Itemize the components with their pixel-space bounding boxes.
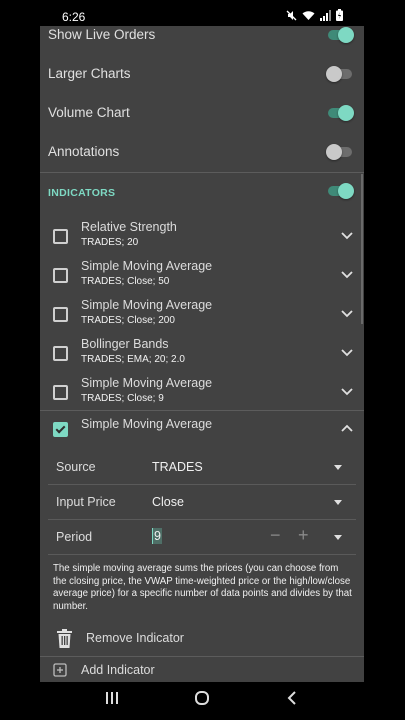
indicator-params: TRADES; EMA; 20; 2.0 [81, 354, 185, 365]
indicator-params: TRADES; Close; 9 [81, 393, 164, 404]
dropdown-arrow-icon[interactable] [334, 535, 342, 540]
toggle-label: Annotations [48, 144, 120, 159]
navigation-bar [0, 682, 405, 720]
indicator-name: Simple Moving Average [81, 259, 213, 273]
volume-chart-switch[interactable] [328, 105, 354, 121]
larger-charts-switch[interactable] [326, 66, 352, 82]
chevron-up-icon[interactable] [340, 423, 354, 433]
indicator-checkbox[interactable] [53, 268, 68, 283]
settings-panel: Show Live Orders Larger Charts Volume Ch… [40, 26, 364, 682]
input-price-label: Input Price [56, 495, 116, 509]
annotations-switch[interactable] [326, 144, 352, 160]
dropdown-arrow-icon[interactable] [334, 465, 342, 470]
indicator-description: The simple moving average sums the price… [53, 563, 352, 612]
home-button[interactable] [194, 690, 210, 711]
indicator-checkbox[interactable] [53, 307, 68, 322]
period-label: Period [56, 530, 93, 544]
remove-indicator-label: Remove Indicator [86, 631, 184, 645]
toggle-label: Larger Charts [48, 66, 131, 81]
toggle-label: Volume Chart [48, 105, 130, 120]
toggle-row-show-live-orders[interactable]: Show Live Orders [40, 26, 364, 55]
decrement-button[interactable]: − [270, 526, 281, 544]
indicator-name: Bollinger Bands [81, 337, 169, 351]
recent-apps-button[interactable] [105, 690, 119, 711]
indicator-params: TRADES; 20 [81, 237, 139, 248]
indicator-params: TRADES; Close; 200 [81, 315, 175, 326]
indicator-checkbox[interactable] [53, 229, 68, 244]
indicator-name: Simple Moving Average [81, 298, 213, 312]
show-live-orders-switch[interactable] [328, 27, 354, 43]
indicator-name: Simple Moving Average [81, 417, 213, 431]
period-field[interactable]: Period 9 − + [48, 520, 356, 555]
input-price-field[interactable]: Input Price Close [48, 485, 356, 520]
chevron-down-icon[interactable] [340, 386, 354, 396]
indicators-switch[interactable] [328, 183, 354, 199]
wifi-icon [302, 10, 315, 21]
source-field[interactable]: Source TRADES [48, 450, 356, 485]
input-price-select[interactable]: Close [152, 495, 184, 509]
indicator-item[interactable]: Bollinger Bands TRADES; EMA; 20; 2.0 [40, 334, 364, 373]
chevron-down-icon[interactable] [340, 308, 354, 318]
increment-button[interactable]: + [298, 526, 309, 544]
trash-icon [57, 629, 72, 653]
scrollbar[interactable] [361, 174, 363, 324]
indicator-params: TRADES; Close; 50 [81, 276, 170, 287]
indicator-name: Simple Moving Average [81, 376, 213, 390]
add-indicator-label: Add Indicator [81, 663, 155, 677]
status-time: 6:26 [62, 10, 86, 24]
signal-icon [320, 9, 331, 21]
toggle-row-volume-chart[interactable]: Volume Chart [40, 95, 364, 133]
add-indicator-button[interactable]: Add Indicator [40, 656, 364, 682]
dropdown-arrow-icon[interactable] [334, 500, 342, 505]
source-label: Source [56, 460, 96, 474]
toggle-row-indicators[interactable] [40, 173, 364, 211]
indicator-item[interactable]: Relative Strength TRADES; 20 [40, 217, 364, 256]
indicator-item[interactable]: Simple Moving Average TRADES; Close; 200 [40, 295, 364, 334]
toggle-label: Show Live Orders [48, 27, 156, 42]
indicator-item[interactable]: Simple Moving Average TRADES; Close; 9 [40, 373, 364, 412]
expanded-indicator-header[interactable]: Simple Moving Average [40, 410, 364, 453]
indicator-checkbox[interactable] [53, 346, 68, 361]
status-icons [286, 9, 343, 21]
indicator-name: Relative Strength [81, 220, 177, 234]
status-bar: 6:26 [0, 0, 405, 28]
chevron-down-icon[interactable] [340, 230, 354, 240]
period-input[interactable]: 9 [152, 528, 162, 544]
indicator-checkbox[interactable] [53, 385, 68, 400]
add-box-icon [53, 663, 67, 682]
battery-icon [336, 9, 343, 21]
mute-icon [286, 10, 297, 21]
indicator-item[interactable]: Simple Moving Average TRADES; Close; 50 [40, 256, 364, 295]
toggle-row-larger-charts[interactable]: Larger Charts [40, 56, 364, 94]
chevron-down-icon[interactable] [340, 347, 354, 357]
toggle-row-annotations[interactable]: Annotations [40, 134, 364, 172]
back-button[interactable] [286, 690, 298, 711]
chevron-down-icon[interactable] [340, 269, 354, 279]
source-select[interactable]: TRADES [152, 460, 203, 474]
indicator-checkbox-checked[interactable] [53, 422, 68, 437]
remove-indicator-button[interactable]: Remove Indicator [40, 623, 364, 655]
